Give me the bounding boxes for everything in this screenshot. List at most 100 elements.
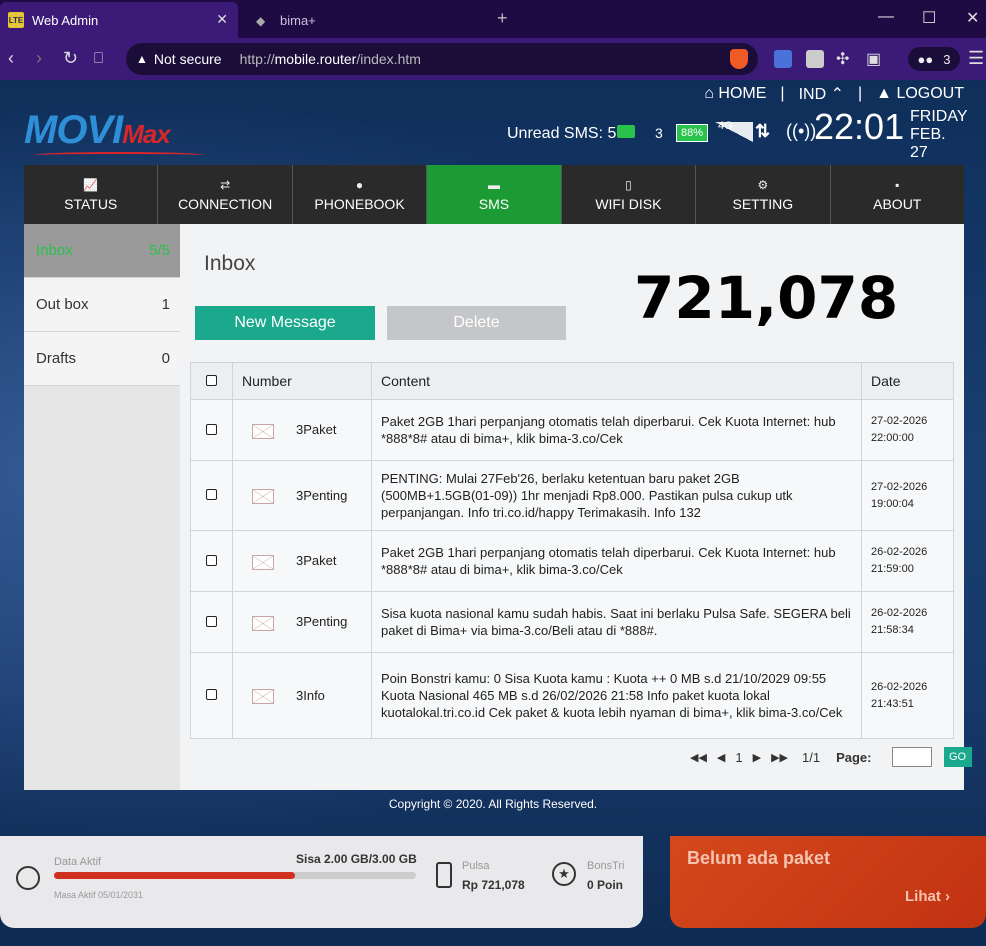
last-page-icon[interactable]: ▶▶ [771,751,788,764]
promo-link[interactable]: Lihat › [905,888,950,905]
delete-button[interactable]: Delete [387,306,566,340]
divider: | [780,85,785,102]
new-message-button[interactable]: New Message [195,306,375,340]
row-checkbox[interactable] [206,423,217,435]
promo-title: Belum ada paket [687,848,831,868]
select-all-checkbox[interactable] [206,375,217,386]
first-page-icon[interactable]: ◀◀ [690,751,707,764]
back-icon[interactable]: ‹ [8,48,14,69]
prev-page-icon[interactable]: ◀ [717,751,725,764]
column-header-number: Number [232,362,372,400]
browser-toolbar: ‹ › ↻ ⎕ ▲ Not secure http://mobile.route… [0,38,986,80]
logo-main: MOVI [24,108,123,152]
language-select[interactable]: IND ⌃ [799,84,844,104]
message-content: Sisa kuota nasional kamu sudah habis. Sa… [381,606,851,638]
bonstri-value: 0 Poin [587,878,624,892]
main-tabs: 📈 STATUS ⇄ CONNECTION ● PHONEBOOK ▬ SMS ▯ WIF… [24,165,964,224]
data-label: Data Aktif [54,856,102,868]
bookmark-icon[interactable]: ⎕ [94,50,103,67]
promo-link-label: Lihat [905,888,941,905]
glasses-icon: ●● [917,51,934,67]
sidebar-item-drafts[interactable]: Drafts 0 [24,332,180,386]
battery-indicator: 88% [676,124,708,142]
envelope-icon [252,554,274,570]
message-date: 26-02-2026 [871,546,928,558]
pulsa-label: Pulsa [462,860,490,872]
message-content: Paket 2GB 1hari perpanjang otomatis tela… [381,414,836,446]
tab-about[interactable]: ▪ ABOUT [831,165,964,224]
tab-status[interactable]: 📈 STATUS [24,165,159,224]
column-header-content: Content [371,362,862,400]
sidebar-item-outbox[interactable]: Out box 1 [24,278,180,332]
maximize-icon[interactable]: ☐ [922,8,936,28]
next-page-icon[interactable]: ▶ [753,751,761,764]
gear-icon: ⚙ [757,177,769,192]
row-checkbox[interactable] [206,489,217,500]
not-secure-label: Not secure [153,51,222,67]
logout-link[interactable]: ▲ LOGOUT [876,85,964,103]
row-checkbox[interactable] [206,615,217,627]
page-label: Page: [836,749,872,765]
browser-tab-bima[interactable]: ◆ bima+ [246,2,484,38]
data-progress-bar [54,872,416,879]
swap-icon: ⇄ [220,177,231,192]
extension-icon[interactable] [806,50,824,68]
vpn-button[interactable]: ●● 3 [908,47,960,71]
sidebar-item-inbox[interactable]: Inbox 5/5 [24,224,180,278]
table-row[interactable]: 3Info Poin Bonstri kamu: 0 Sisa Kuota kam… [190,652,954,739]
date-cell: 26-02-2026 21:59:00 [861,530,954,592]
close-tab-icon[interactable]: ✕ [216,11,228,28]
home-link[interactable]: ⌂ HOME [704,85,766,103]
table-row[interactable]: 3Paket Paket 2GB 1hari perpanjang otomati… [190,530,954,592]
home-icon: ⌂ [704,85,714,102]
shields-count: 3 [943,51,951,67]
pulsa-value: Rp 721,078 [462,878,525,892]
table-row[interactable]: 3Penting PENTING: Mulai 27Feb'26, berlaku… [190,460,954,531]
address-bar[interactable]: ▲ Not secure http://mobile.router/index.… [126,43,758,75]
menu-icon[interactable]: ☰ [968,48,984,69]
message-date: 26-02-2026 [871,607,928,619]
go-button[interactable]: GO [943,747,972,767]
carrier-label: 3 [655,125,663,141]
row-checkbox[interactable] [206,689,217,700]
logo-sub: Max [122,119,171,149]
content-cell: Poin Bonstri kamu: 0 Sisa Kuota kamu : K… [371,652,862,739]
tab-setting[interactable]: ⚙ SETTING [696,165,831,224]
pagination: ◀◀ ◀ 1 ▶ ▶▶ 1/1 Page: GO [690,746,972,768]
tab-connection[interactable]: ⇄ CONNECTION [158,165,293,224]
language-label: IND [798,86,827,103]
envelope-icon [252,423,274,439]
table-row[interactable]: 3Paket Paket 2GB 1hari perpanjang otomati… [190,399,954,461]
translate-icon[interactable] [774,50,792,68]
table-header-row: Number Content Date [190,362,954,400]
tab-sms[interactable]: ▬ SMS [427,165,562,224]
column-header-date: Date [861,362,954,400]
close-window-icon[interactable]: ✕ [966,8,979,28]
reload-icon[interactable]: ↻ [63,48,78,69]
envelope-icon [252,489,274,505]
tab-label: PHONEBOOK [314,195,405,212]
tab-wifi-disk[interactable]: ▯ WIFI DISK [562,165,697,224]
sidebar-item-count: 1 [161,296,170,313]
reader-icon[interactable]: ▣ [866,49,881,69]
browser-tab-web-admin[interactable]: LTE Web Admin ✕ [0,2,238,38]
tab-phonebook[interactable]: ● PHONEBOOK [293,165,428,224]
date-cell: 26-02-2026 21:43:51 [861,652,954,739]
logout-label: LOGOUT [896,85,964,102]
tab-label: STATUS [64,195,118,212]
private-icon: ◆ [256,14,266,28]
date-cell: 27-02-2026 22:00:00 [861,399,954,461]
new-tab-icon[interactable]: + [497,8,508,29]
unread-sms[interactable]: Unread SMS: 5 [507,125,616,143]
divider: | [857,85,863,102]
promo-card[interactable]: Belum ada paket Lihat › [670,836,986,928]
select-all-header [190,362,233,400]
page-number-input[interactable] [891,747,932,767]
row-checkbox[interactable] [206,554,217,566]
puzzle-icon[interactable]: ✣ [836,49,849,69]
table-row[interactable]: 3Penting Sisa kuota nasional kamu sudah h… [190,591,954,653]
minimize-icon[interactable]: — [878,8,894,26]
forward-icon[interactable]: › [36,48,42,69]
message-content: Paket 2GB 1hari perpanjang otomatis tela… [381,545,836,577]
brave-shield-icon[interactable] [730,49,748,69]
